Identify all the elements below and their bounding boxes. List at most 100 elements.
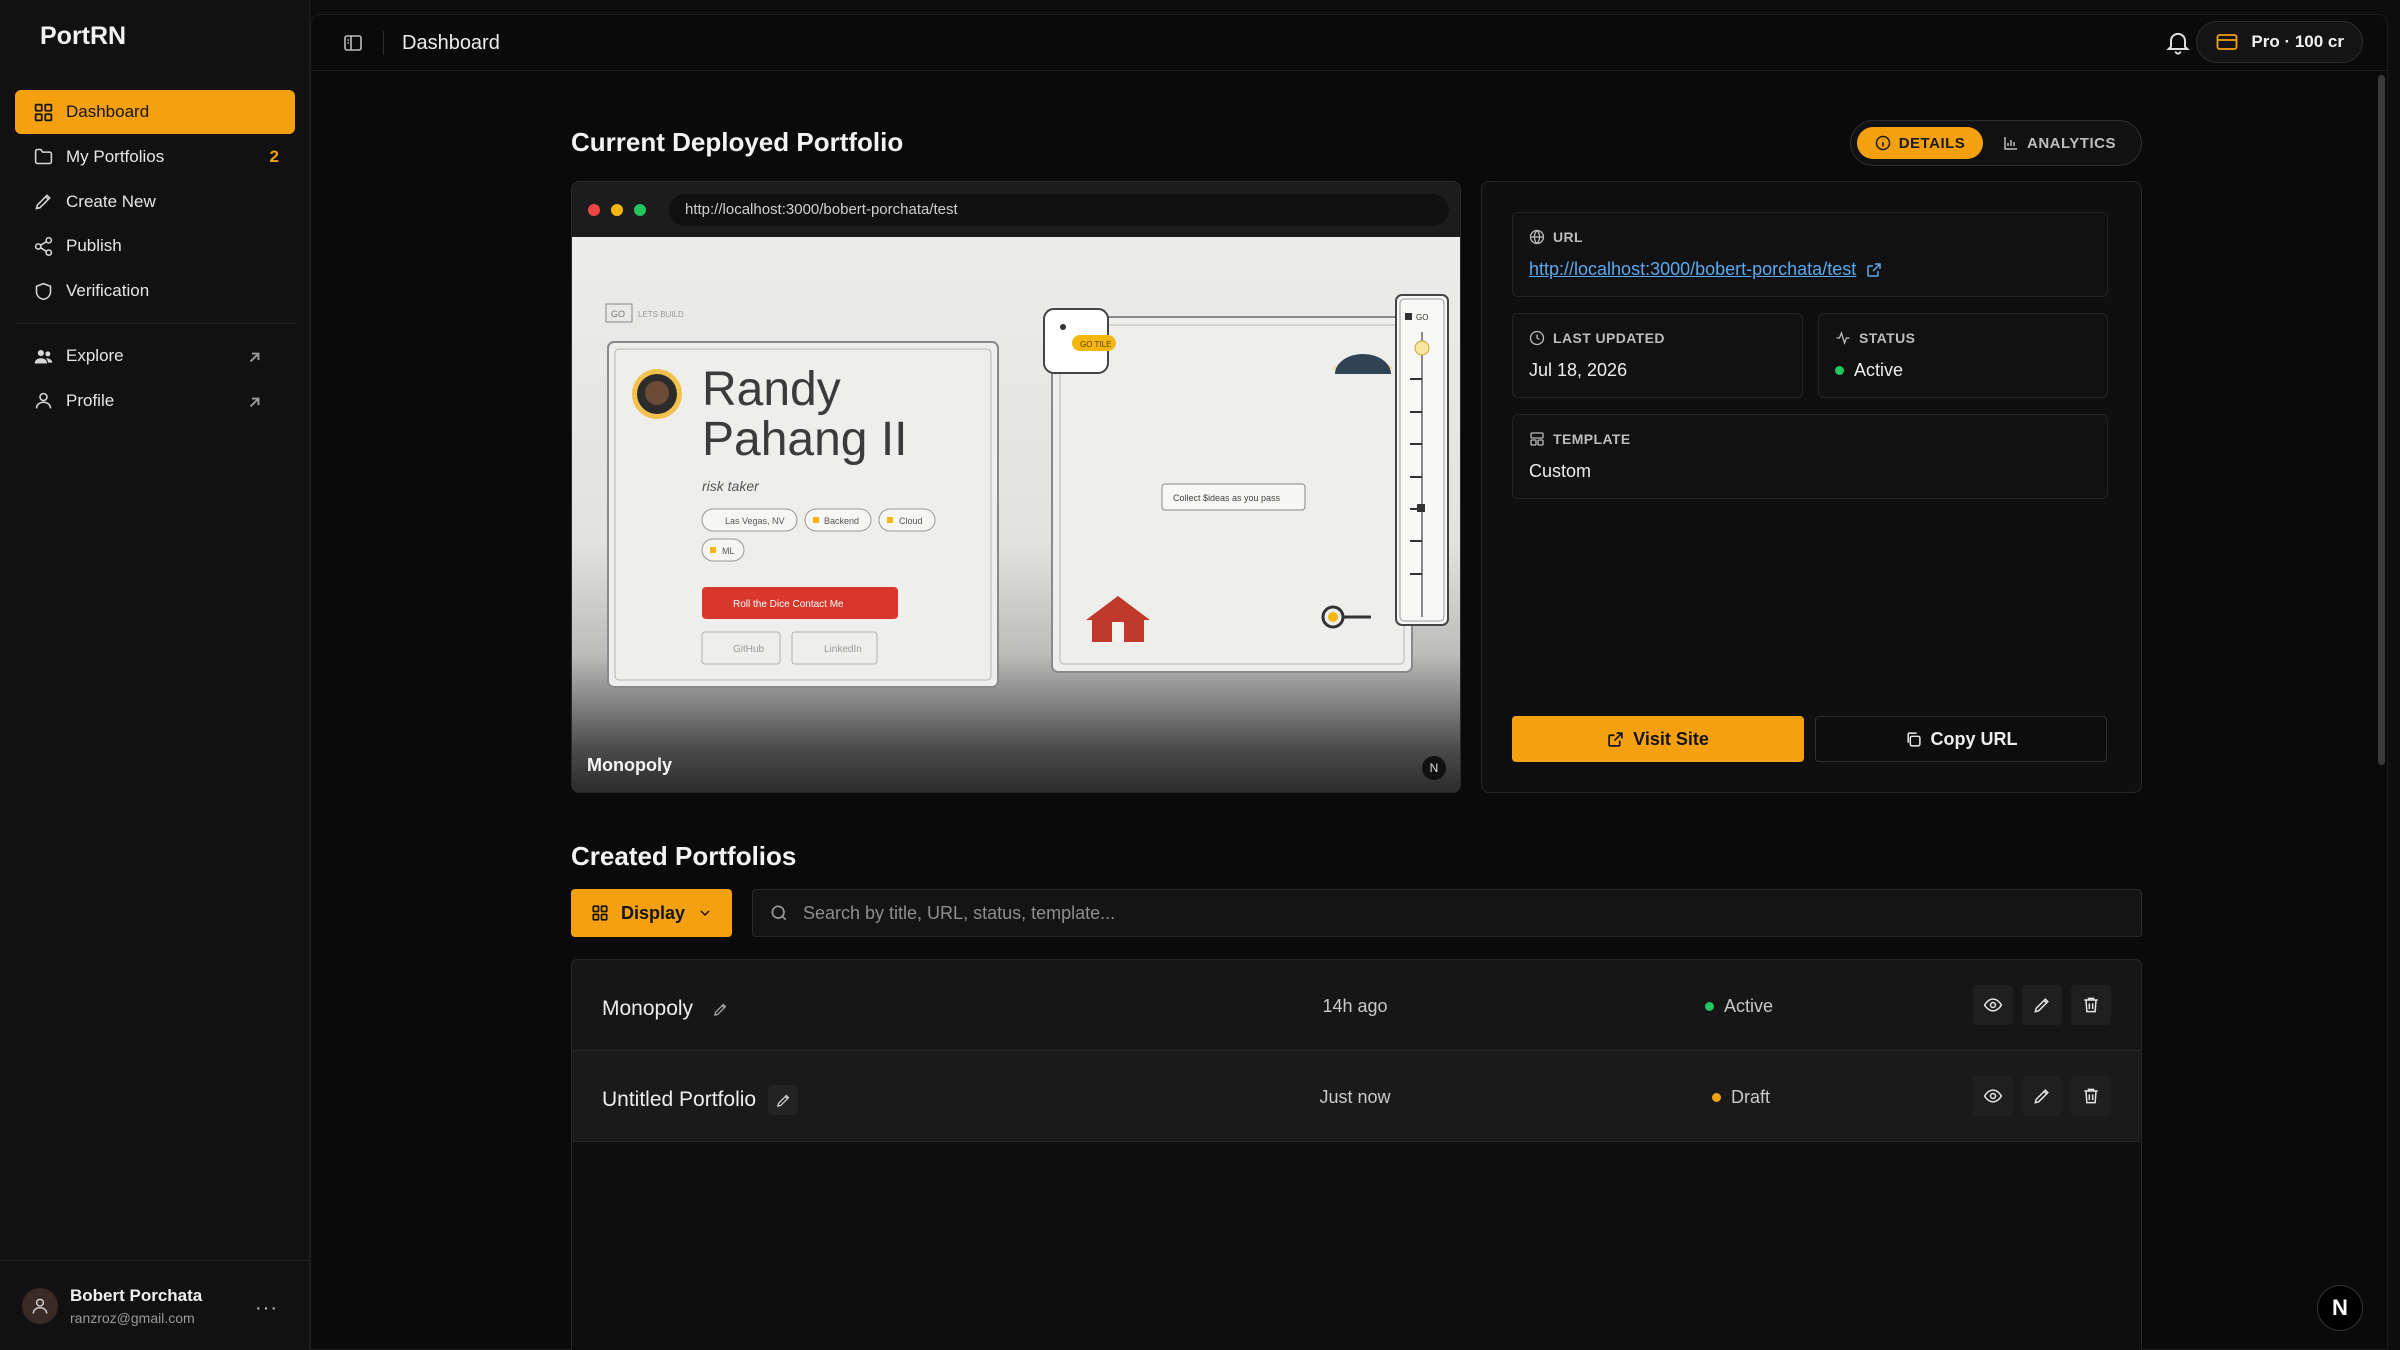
tab-details[interactable]: DETAILS bbox=[1857, 127, 1983, 159]
rename-button[interactable] bbox=[768, 1085, 799, 1115]
folder-icon bbox=[34, 149, 53, 165]
site-link: LinkedIn bbox=[824, 644, 862, 655]
site-tile-label: GO TILE bbox=[1080, 340, 1111, 349]
copy-url-button[interactable]: Copy URL bbox=[1815, 716, 2107, 762]
user-card[interactable]: Bobert Porchata ranzroz@gmail.com ··· bbox=[0, 1260, 310, 1350]
site-screenshot: GO LETS BUILD Randy Pahang II risk taker bbox=[572, 237, 1460, 792]
shield-icon bbox=[35, 282, 52, 300]
activity-icon bbox=[1836, 331, 1850, 345]
topbar: Dashboard Pro · 100 cr bbox=[311, 15, 2387, 71]
status-value: Active bbox=[1835, 360, 1903, 381]
row-updated-time: 14h ago bbox=[1322, 996, 1388, 1016]
sidebar-item-create-new[interactable]: Create New bbox=[15, 180, 295, 224]
row-title: Monopoly bbox=[602, 994, 735, 1024]
external-arrow-icon bbox=[249, 397, 260, 408]
table-row[interactable]: Untitled Portfolio Just now Draft bbox=[572, 1051, 2141, 1142]
site-link: GitHub bbox=[733, 644, 765, 655]
user-name: Bobert Porchata bbox=[70, 1285, 203, 1305]
url-card: URL http://localhost:3000/bobert-porchat… bbox=[1512, 212, 2108, 297]
view-button[interactable] bbox=[1973, 1076, 2013, 1116]
deployed-url-link[interactable]: http://localhost:3000/bobert-porchata/te… bbox=[1529, 259, 1856, 280]
template-card: TEMPLATE Custom bbox=[1512, 414, 2108, 499]
tab-analytics[interactable]: ANALYTICS bbox=[2003, 127, 2116, 159]
credit-card-icon bbox=[2216, 34, 2238, 50]
plan-label: Pro · 100 cr bbox=[2251, 32, 2344, 51]
last-updated-label: LAST UPDATED bbox=[1529, 330, 1665, 346]
visit-site-button[interactable]: Visit Site bbox=[1512, 716, 1804, 762]
user-icon bbox=[32, 1298, 48, 1314]
portfolio-title[interactable]: Untitled Portfolio bbox=[602, 1088, 756, 1112]
users-icon bbox=[34, 349, 53, 364]
sidebar-item-label: Explore bbox=[66, 346, 124, 366]
search-bar[interactable]: Search by title, URL, status, template..… bbox=[752, 889, 2142, 937]
display-mode-button[interactable]: Display bbox=[571, 889, 732, 937]
globe-icon bbox=[1529, 229, 1545, 245]
sidebar-item-label: Publish bbox=[66, 236, 122, 256]
card-label-text: LAST UPDATED bbox=[1553, 330, 1665, 346]
search-input[interactable]: Search by title, URL, status, template..… bbox=[803, 903, 1115, 924]
page-title: Dashboard bbox=[402, 32, 500, 54]
sidebar-item-label: My Portfolios bbox=[66, 146, 165, 166]
grid-icon bbox=[34, 103, 53, 121]
site-thumbnail: GO LETS BUILD Randy Pahang II risk taker bbox=[605, 294, 1449, 688]
main-panel: Dashboard Pro · 100 cr Current Deployed … bbox=[310, 14, 2388, 1350]
pencil-icon bbox=[776, 1094, 789, 1107]
sidebar-item-profile[interactable]: Profile bbox=[15, 379, 295, 423]
site-last-name: Pahang II bbox=[702, 413, 908, 466]
sidebar-item-my-portfolios[interactable]: My Portfolios 2 bbox=[15, 135, 295, 179]
pencil-icon bbox=[2034, 1089, 2049, 1104]
site-tagline: risk taker bbox=[702, 478, 760, 494]
sidebar: PortRN Dashboard My Portfolios 2 Create … bbox=[0, 0, 310, 1350]
portfolio-preview[interactable]: http://localhost:3000/bobert-porchata/te… bbox=[571, 181, 1461, 793]
status-dot bbox=[1712, 1093, 1721, 1102]
sidebar-item-explore[interactable]: Explore bbox=[15, 334, 295, 378]
row-actions bbox=[1964, 1076, 2111, 1116]
tab-label: DETAILS bbox=[1898, 134, 1966, 152]
clock-icon bbox=[1529, 330, 1545, 346]
share-icon bbox=[34, 236, 53, 256]
url-card-value: http://localhost:3000/bobert-porchata/te… bbox=[1529, 259, 1882, 280]
bell-icon[interactable] bbox=[2164, 28, 2192, 56]
info-icon bbox=[1875, 135, 1890, 151]
deployed-heading: Current Deployed Portfolio bbox=[571, 127, 904, 157]
site-board-note: Collect $ideas as you pass bbox=[1173, 493, 1281, 503]
delete-button[interactable] bbox=[2071, 1076, 2111, 1116]
preview-n-badge: N bbox=[1422, 756, 1446, 780]
details-panel: URL http://localhost:3000/bobert-porchat… bbox=[1481, 181, 2142, 793]
portfolio-title[interactable]: Monopoly bbox=[602, 997, 693, 1021]
edit-button[interactable] bbox=[2022, 985, 2062, 1025]
created-heading: Created Portfolios bbox=[571, 841, 797, 871]
topbar-divider bbox=[383, 31, 384, 55]
plan-credits-badge[interactable]: Pro · 100 cr bbox=[2196, 21, 2363, 63]
view-button[interactable] bbox=[1973, 985, 2013, 1025]
more-options-icon[interactable]: ··· bbox=[255, 1297, 278, 1320]
site-cta: Roll the Dice Contact Me bbox=[733, 599, 844, 610]
sidebar-item-dashboard[interactable]: Dashboard bbox=[15, 90, 295, 134]
external-link-icon[interactable] bbox=[1866, 262, 1882, 278]
browser-chrome: http://localhost:3000/bobert-porchata/te… bbox=[572, 182, 1460, 237]
url-card-label: URL bbox=[1529, 229, 1583, 245]
pencil-icon bbox=[2034, 998, 2049, 1013]
rename-button[interactable] bbox=[705, 994, 735, 1024]
card-label-text: TEMPLATE bbox=[1553, 431, 1631, 447]
sidebar-item-label: Profile bbox=[66, 390, 115, 410]
table-row[interactable]: Monopoly 14h ago Active bbox=[572, 960, 2141, 1051]
delete-button[interactable] bbox=[2071, 985, 2111, 1025]
portfolio-table: Monopoly 14h ago Active Untitled Portfol… bbox=[571, 959, 2142, 1350]
card-label-text: STATUS bbox=[1859, 330, 1916, 346]
scrollbar[interactable] bbox=[2378, 75, 2385, 765]
floating-n-badge[interactable]: N bbox=[2317, 1285, 2363, 1331]
sidebar-toggle-icon[interactable] bbox=[343, 33, 363, 53]
sidebar-item-publish[interactable]: Publish bbox=[15, 224, 295, 268]
site-tag: ML bbox=[722, 546, 735, 556]
sidebar-item-verification[interactable]: Verification bbox=[15, 269, 295, 313]
brand-logo[interactable]: PortRN bbox=[40, 22, 126, 51]
row-updated-time: Just now bbox=[1319, 1087, 1391, 1107]
sidebar-item-label: Dashboard bbox=[66, 102, 150, 121]
edit-button[interactable] bbox=[2022, 1076, 2062, 1116]
status-dot bbox=[1705, 1002, 1714, 1011]
trash-icon bbox=[2084, 997, 2098, 1013]
chevron-down-icon bbox=[700, 910, 710, 917]
window-minimize-dot bbox=[611, 203, 623, 216]
status-card: STATUS Active bbox=[1818, 313, 2108, 398]
